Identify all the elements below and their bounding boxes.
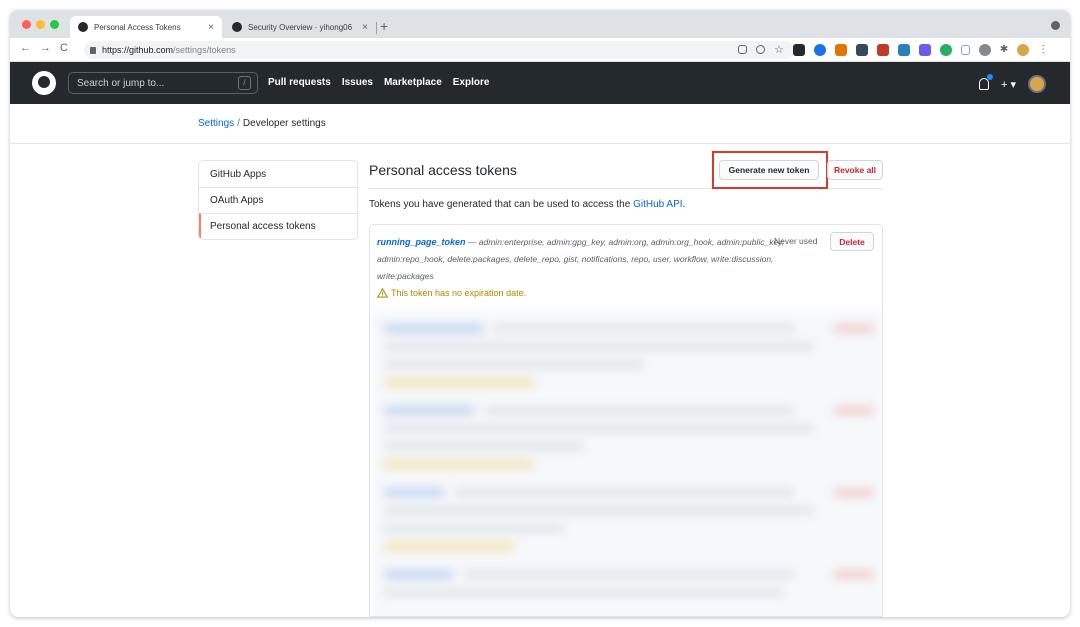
close-tab-icon[interactable]: × (208, 22, 214, 33)
github-favicon-icon (78, 22, 88, 32)
extension-icon[interactable] (792, 43, 805, 56)
search-shortcut: / (238, 76, 251, 90)
breadcrumb-settings[interactable]: Settings (198, 118, 234, 129)
nav-issues[interactable]: Issues (342, 77, 373, 88)
description-end: . (682, 199, 686, 210)
blurred-tokens (370, 311, 882, 616)
avatar[interactable] (1028, 75, 1046, 93)
github-favicon-icon (232, 22, 242, 32)
search-input[interactable]: Search or jump to... / (68, 72, 258, 94)
extension-icons: ☆ ✱ ⋮ (738, 43, 1048, 56)
url-path: /settings/tokens (173, 45, 236, 55)
bell-icon[interactable] (978, 74, 993, 90)
browser-window: Personal Access Tokens × Security Overvi… (10, 10, 1070, 617)
github-header: Search or jump to... / Pull requests Iss… (10, 62, 1070, 104)
token-item: running_page_token — admin:enterprise, a… (370, 225, 882, 311)
extension-icon[interactable] (918, 43, 931, 56)
token-list: running_page_token — admin:enterprise, a… (369, 224, 883, 617)
delete-token-button[interactable]: Delete (830, 232, 874, 251)
nav-marketplace[interactable]: Marketplace (384, 77, 442, 88)
revoke-all-button[interactable]: Revoke all (827, 160, 883, 180)
sidebar-item-personal-access-tokens[interactable]: Personal access tokens (199, 213, 357, 239)
extension-icon[interactable] (939, 43, 952, 56)
settings-sidebar: GitHub Apps OAuth Apps Personal access t… (198, 160, 358, 240)
puzzle-icon[interactable]: ✱ (1000, 44, 1008, 55)
star-icon[interactable]: ☆ (774, 43, 784, 56)
install-icon[interactable] (738, 45, 747, 54)
header-nav: Pull requests Issues Marketplace Explore (268, 77, 489, 88)
new-tab-button[interactable]: + (380, 18, 388, 34)
breadcrumb-current: Developer settings (242, 118, 326, 129)
blurred-token-row (384, 571, 874, 616)
warning-icon (377, 288, 388, 298)
github-api-link[interactable]: GitHub API (633, 199, 682, 210)
tab-title: Personal Access Tokens (94, 22, 181, 32)
lock-icon (90, 46, 96, 54)
tab-title: Security Overview · yihong06 (248, 22, 353, 32)
reload-button[interactable]: C (60, 42, 68, 54)
zoom-icon[interactable] (756, 45, 765, 54)
breadcrumb-bar: Settings / Developer settings (10, 104, 1070, 144)
description-text: Tokens you have generated that can be us… (369, 199, 634, 210)
token-details: running_page_token — admin:enterprise, a… (377, 234, 817, 285)
tab-divider (376, 22, 377, 34)
shield-icon[interactable] (960, 44, 970, 55)
token-last-used: Never used (774, 236, 818, 246)
nav-pull-requests[interactable]: Pull requests (268, 77, 331, 88)
tab-strip: Personal Access Tokens × Security Overvi… (10, 10, 1070, 38)
expiration-warning: This token has no expiration date. (377, 288, 526, 298)
create-new-button[interactable]: + ▾ (1001, 78, 1016, 91)
page-title: Personal access tokens (369, 162, 517, 178)
close-tab-icon[interactable]: × (362, 22, 368, 33)
tokens-description: Tokens you have generated that can be us… (369, 199, 685, 210)
minimize-window-button[interactable] (36, 20, 45, 29)
url-host: https://github.com (102, 45, 174, 55)
breadcrumb: Settings / Developer settings (198, 118, 326, 129)
back-button[interactable]: ← (20, 42, 31, 54)
sidebar-item-oauth-apps[interactable]: OAuth Apps (199, 187, 357, 213)
menu-icon[interactable]: ⋮ (1038, 44, 1048, 55)
extension-icon[interactable] (897, 43, 910, 56)
blurred-token-row (384, 407, 874, 487)
extension-icon[interactable] (813, 43, 826, 56)
address-bar[interactable]: https://github.com/settings/tokens (84, 41, 794, 59)
browser-toolbar: ← → C https://github.com/settings/tokens… (10, 38, 1070, 62)
extension-icon[interactable] (855, 43, 868, 56)
tab-personal-access-tokens[interactable]: Personal Access Tokens × (70, 16, 222, 38)
search-placeholder: Search or jump to... (77, 77, 165, 89)
token-dash: — (467, 237, 477, 247)
profile-icon[interactable] (1051, 21, 1060, 30)
tab-security-overview[interactable]: Security Overview · yihong06 × (224, 16, 376, 38)
generate-new-token-button[interactable]: Generate new token (719, 160, 819, 180)
extension-icon[interactable] (834, 43, 847, 56)
header-actions: + ▾ (978, 74, 1046, 93)
breadcrumb-separator: / (237, 118, 240, 129)
profile-avatar[interactable] (1017, 43, 1030, 56)
sidebar-item-github-apps[interactable]: GitHub Apps (199, 161, 357, 187)
warning-text: This token has no expiration date. (391, 288, 527, 298)
extension-icon[interactable] (978, 43, 991, 56)
token-name-link[interactable]: running_page_token (377, 237, 466, 247)
blurred-token-row (384, 325, 874, 405)
close-window-button[interactable] (22, 20, 31, 29)
github-logo-icon[interactable] (32, 71, 56, 95)
maximize-window-button[interactable] (50, 20, 59, 29)
blurred-token-row (384, 489, 874, 569)
forward-button[interactable]: → (40, 42, 51, 54)
extension-icon[interactable] (876, 43, 889, 56)
nav-explore[interactable]: Explore (453, 77, 490, 88)
